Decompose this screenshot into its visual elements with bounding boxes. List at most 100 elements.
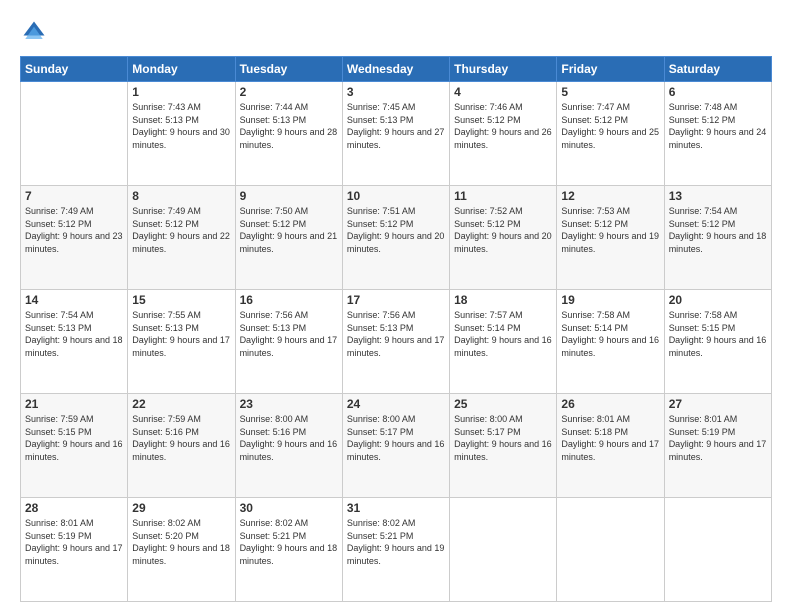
day-number: 6 <box>669 85 767 99</box>
day-number: 15 <box>132 293 230 307</box>
day-number: 16 <box>240 293 338 307</box>
calendar-cell: 2 Sunrise: 7:44 AMSunset: 5:13 PMDaylight… <box>235 82 342 186</box>
calendar-cell: 1Sunrise: 7:43 AMSunset: 5:13 PMDaylight… <box>128 82 235 186</box>
calendar-cell: 19 Sunrise: 7:58 AMSunset: 5:14 PMDayligh… <box>557 290 664 394</box>
day-info: Sunrise: 7:44 AMSunset: 5:13 PMDaylight:… <box>240 101 338 151</box>
day-header-wednesday: Wednesday <box>342 57 449 82</box>
calendar-week-row: 7 Sunrise: 7:49 AMSunset: 5:12 PMDaylight… <box>21 186 772 290</box>
day-info: Sunrise: 7:52 AMSunset: 5:12 PMDaylight:… <box>454 205 552 255</box>
logo-icon <box>20 18 48 46</box>
day-info: Sunrise: 8:02 AMSunset: 5:21 PMDaylight:… <box>347 517 445 567</box>
day-number: 2 <box>240 85 338 99</box>
day-number: 11 <box>454 189 552 203</box>
day-number: 10 <box>347 189 445 203</box>
day-number: 24 <box>347 397 445 411</box>
day-number: 22 <box>132 397 230 411</box>
calendar-week-row: 14 Sunrise: 7:54 AMSunset: 5:13 PMDayligh… <box>21 290 772 394</box>
day-info: Sunrise: 7:50 AMSunset: 5:12 PMDaylight:… <box>240 205 338 255</box>
day-header-monday: Monday <box>128 57 235 82</box>
calendar-cell: 21Sunrise: 7:59 AMSunset: 5:15 PMDayligh… <box>21 394 128 498</box>
day-number: 1 <box>132 85 230 99</box>
day-info: Sunrise: 7:51 AMSunset: 5:12 PMDaylight:… <box>347 205 445 255</box>
day-header-friday: Friday <box>557 57 664 82</box>
day-info: Sunrise: 8:01 AMSunset: 5:18 PMDaylight:… <box>561 413 659 463</box>
calendar-cell: 8 Sunrise: 7:49 AMSunset: 5:12 PMDaylight… <box>128 186 235 290</box>
page: SundayMondayTuesdayWednesdayThursdayFrid… <box>0 0 792 612</box>
day-number: 27 <box>669 397 767 411</box>
calendar-cell <box>450 498 557 602</box>
day-info: Sunrise: 7:56 AMSunset: 5:13 PMDaylight:… <box>240 309 338 359</box>
day-info: Sunrise: 7:57 AMSunset: 5:14 PMDaylight:… <box>454 309 552 359</box>
calendar-cell: 13 Sunrise: 7:54 AMSunset: 5:12 PMDayligh… <box>664 186 771 290</box>
day-number: 13 <box>669 189 767 203</box>
day-number: 28 <box>25 501 123 515</box>
calendar-cell: 15 Sunrise: 7:55 AMSunset: 5:13 PMDayligh… <box>128 290 235 394</box>
calendar-cell: 7Sunrise: 7:49 AMSunset: 5:12 PMDaylight… <box>21 186 128 290</box>
day-info: Sunrise: 7:46 AMSunset: 5:12 PMDaylight:… <box>454 101 552 151</box>
day-number: 25 <box>454 397 552 411</box>
calendar-cell: 31 Sunrise: 8:02 AMSunset: 5:21 PMDayligh… <box>342 498 449 602</box>
day-info: Sunrise: 8:01 AMSunset: 5:19 PMDaylight:… <box>669 413 767 463</box>
day-info: Sunrise: 8:02 AMSunset: 5:21 PMDaylight:… <box>240 517 338 567</box>
header <box>20 18 772 46</box>
day-number: 17 <box>347 293 445 307</box>
calendar-week-row: 21Sunrise: 7:59 AMSunset: 5:15 PMDayligh… <box>21 394 772 498</box>
calendar-cell: 27 Sunrise: 8:01 AMSunset: 5:19 PMDayligh… <box>664 394 771 498</box>
day-info: Sunrise: 7:58 AMSunset: 5:14 PMDaylight:… <box>561 309 659 359</box>
day-number: 30 <box>240 501 338 515</box>
day-number: 3 <box>347 85 445 99</box>
day-header-saturday: Saturday <box>664 57 771 82</box>
calendar-cell: 3 Sunrise: 7:45 AMSunset: 5:13 PMDaylight… <box>342 82 449 186</box>
calendar-cell: 4 Sunrise: 7:46 AMSunset: 5:12 PMDaylight… <box>450 82 557 186</box>
day-number: 20 <box>669 293 767 307</box>
calendar-cell <box>664 498 771 602</box>
day-info: Sunrise: 8:00 AMSunset: 5:17 PMDaylight:… <box>454 413 552 463</box>
calendar-cell: 22 Sunrise: 7:59 AMSunset: 5:16 PMDayligh… <box>128 394 235 498</box>
calendar-cell: 14 Sunrise: 7:54 AMSunset: 5:13 PMDayligh… <box>21 290 128 394</box>
day-header-thursday: Thursday <box>450 57 557 82</box>
calendar-cell: 11 Sunrise: 7:52 AMSunset: 5:12 PMDayligh… <box>450 186 557 290</box>
calendar-cell: 12Sunrise: 7:53 AMSunset: 5:12 PMDayligh… <box>557 186 664 290</box>
calendar-cell: 5Sunrise: 7:47 AMSunset: 5:12 PMDaylight… <box>557 82 664 186</box>
day-header-tuesday: Tuesday <box>235 57 342 82</box>
calendar-cell: 28 Sunrise: 8:01 AMSunset: 5:19 PMDayligh… <box>21 498 128 602</box>
day-info: Sunrise: 8:01 AMSunset: 5:19 PMDaylight:… <box>25 517 123 567</box>
day-number: 26 <box>561 397 659 411</box>
day-number: 8 <box>132 189 230 203</box>
calendar-table: SundayMondayTuesdayWednesdayThursdayFrid… <box>20 56 772 602</box>
day-info: Sunrise: 7:58 AMSunset: 5:15 PMDaylight:… <box>669 309 767 359</box>
calendar-cell: 9 Sunrise: 7:50 AMSunset: 5:12 PMDaylight… <box>235 186 342 290</box>
calendar-cell: 6 Sunrise: 7:48 AMSunset: 5:12 PMDaylight… <box>664 82 771 186</box>
day-number: 19 <box>561 293 659 307</box>
day-info: Sunrise: 7:54 AMSunset: 5:12 PMDaylight:… <box>669 205 767 255</box>
day-info: Sunrise: 8:00 AMSunset: 5:16 PMDaylight:… <box>240 413 338 463</box>
day-number: 18 <box>454 293 552 307</box>
day-number: 23 <box>240 397 338 411</box>
day-info: Sunrise: 7:45 AMSunset: 5:13 PMDaylight:… <box>347 101 445 151</box>
calendar-header-row: SundayMondayTuesdayWednesdayThursdayFrid… <box>21 57 772 82</box>
calendar-cell: 29Sunrise: 8:02 AMSunset: 5:20 PMDayligh… <box>128 498 235 602</box>
day-number: 31 <box>347 501 445 515</box>
calendar-cell: 18 Sunrise: 7:57 AMSunset: 5:14 PMDayligh… <box>450 290 557 394</box>
calendar-cell: 20 Sunrise: 7:58 AMSunset: 5:15 PMDayligh… <box>664 290 771 394</box>
day-number: 29 <box>132 501 230 515</box>
day-info: Sunrise: 7:48 AMSunset: 5:12 PMDaylight:… <box>669 101 767 151</box>
day-number: 9 <box>240 189 338 203</box>
day-info: Sunrise: 7:47 AMSunset: 5:12 PMDaylight:… <box>561 101 659 151</box>
calendar-cell: 30 Sunrise: 8:02 AMSunset: 5:21 PMDayligh… <box>235 498 342 602</box>
day-info: Sunrise: 7:59 AMSunset: 5:16 PMDaylight:… <box>132 413 230 463</box>
day-header-sunday: Sunday <box>21 57 128 82</box>
day-info: Sunrise: 7:55 AMSunset: 5:13 PMDaylight:… <box>132 309 230 359</box>
calendar-week-row: 28 Sunrise: 8:01 AMSunset: 5:19 PMDayligh… <box>21 498 772 602</box>
day-info: Sunrise: 7:54 AMSunset: 5:13 PMDaylight:… <box>25 309 123 359</box>
day-number: 12 <box>561 189 659 203</box>
day-number: 4 <box>454 85 552 99</box>
calendar-cell <box>21 82 128 186</box>
calendar-cell: 16 Sunrise: 7:56 AMSunset: 5:13 PMDayligh… <box>235 290 342 394</box>
day-info: Sunrise: 8:00 AMSunset: 5:17 PMDaylight:… <box>347 413 445 463</box>
calendar-cell: 10 Sunrise: 7:51 AMSunset: 5:12 PMDayligh… <box>342 186 449 290</box>
day-info: Sunrise: 7:49 AMSunset: 5:12 PMDaylight:… <box>132 205 230 255</box>
day-number: 7 <box>25 189 123 203</box>
day-number: 14 <box>25 293 123 307</box>
calendar-cell: 17Sunrise: 7:56 AMSunset: 5:13 PMDayligh… <box>342 290 449 394</box>
